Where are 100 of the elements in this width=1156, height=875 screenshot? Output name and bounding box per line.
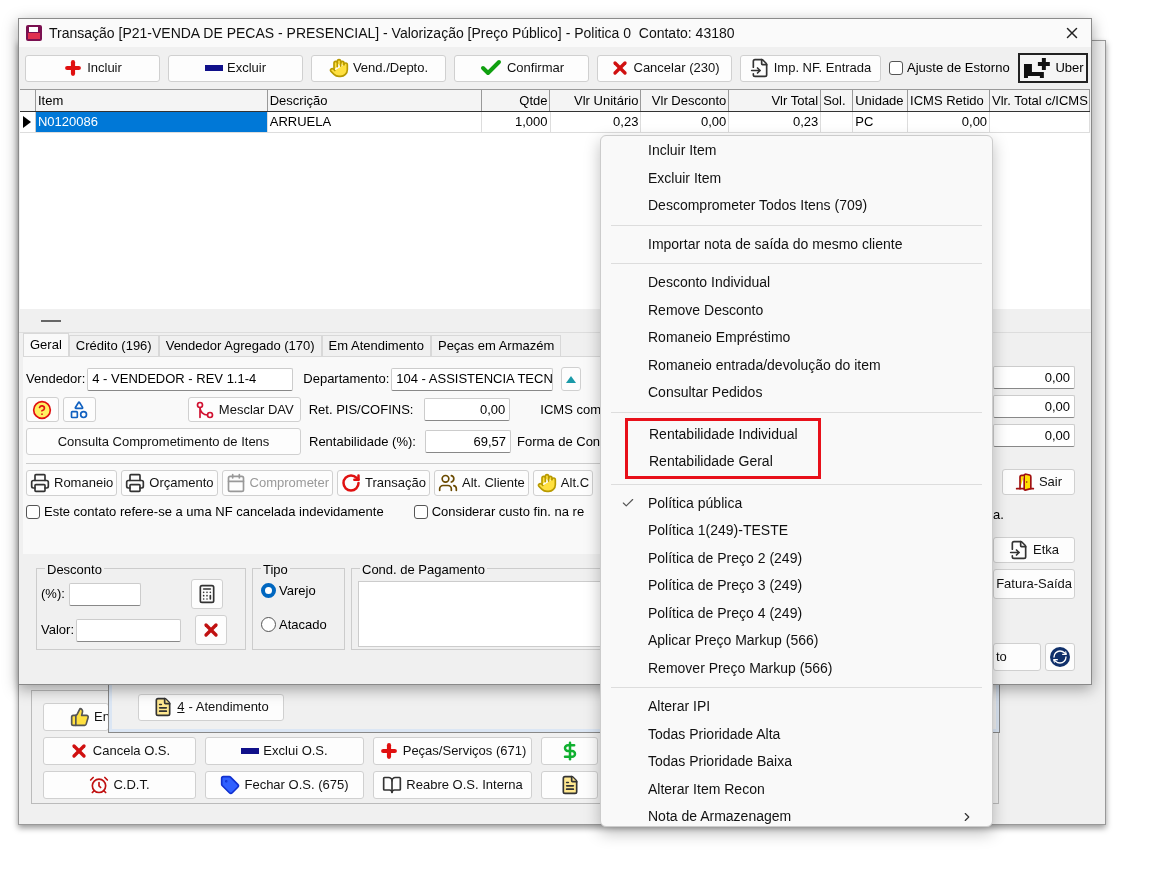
- merge-icon: [194, 399, 215, 420]
- action-button[interactable]: Transação: [337, 470, 430, 496]
- table-cell-text: 0,00: [700, 113, 728, 132]
- toolbar-button[interactable]: Cancelar (230): [597, 54, 732, 82]
- menu-item[interactable]: Rentabilidade Individual: [628, 420, 818, 448]
- percent-field[interactable]: [68, 582, 141, 606]
- seller-field[interactable]: 4 - VENDEDOR - REV 1.1-4: [87, 367, 294, 391]
- value-field[interactable]: [76, 618, 181, 642]
- column-header[interactable]: Item: [36, 90, 268, 111]
- toolbar-button[interactable]: Excluir: [168, 54, 303, 82]
- radio-button[interactable]: [261, 583, 276, 599]
- field-label: (%):: [41, 585, 65, 604]
- action-button[interactable]: Alt. Cliente: [434, 470, 529, 496]
- menu-item[interactable]: Romaneio Empréstimo: [601, 324, 992, 352]
- hand-icon: [536, 473, 557, 493]
- checkbox[interactable]: [26, 504, 40, 519]
- partial-button[interactable]: to: [993, 642, 1041, 671]
- tab[interactable]: Vendedor Agregado (170): [158, 335, 322, 356]
- order-button[interactable]: Reabre O.S. Interna: [373, 771, 532, 799]
- grip-icon[interactable]: [41, 319, 61, 322]
- menu-item[interactable]: Desconto Individual: [601, 269, 992, 297]
- toolbar-button[interactable]: Vend./Depto.: [311, 54, 446, 82]
- field-label: Valor:: [41, 621, 74, 640]
- menu-item[interactable]: Incluir Item: [601, 137, 992, 165]
- commitment-button[interactable]: Consulta Comprometimento de Itens: [26, 428, 301, 455]
- help-button[interactable]: [26, 397, 59, 422]
- calculator-button[interactable]: [190, 579, 223, 609]
- toolbar-button[interactable]: Confirmar: [454, 54, 589, 82]
- toolbar-button[interactable]: Imp. NF. Entrada: [740, 54, 881, 82]
- menu-item[interactable]: Política pública: [601, 489, 992, 517]
- radio-label: Atacado: [279, 615, 327, 634]
- department-field[interactable]: 104 - ASSISTENCIA TECN: [391, 367, 554, 391]
- order-button[interactable]: Peças/Serviços (671): [373, 737, 532, 765]
- column-header[interactable]: Descrição: [267, 90, 482, 111]
- table-cell-text: 0,23: [791, 113, 820, 132]
- action-button[interactable]: Romaneio: [26, 470, 118, 496]
- menu-item[interactable]: Todas Prioridade Baixa: [601, 748, 992, 776]
- clear-button[interactable]: [195, 615, 227, 645]
- menu-item[interactable]: Nota de Armazenagem: [601, 803, 992, 831]
- amount-field[interactable]: 0,00: [993, 424, 1075, 447]
- printer-icon: [125, 473, 146, 493]
- shapes-button[interactable]: [62, 397, 96, 422]
- order-button[interactable]: Cancela O.S.: [43, 737, 196, 765]
- menu-item[interactable]: Política de Preço 4 (249): [601, 599, 992, 627]
- menu-item[interactable]: Remover Preço Markup (566): [601, 654, 992, 682]
- menu-item[interactable]: Alterar IPI: [601, 693, 992, 721]
- profitability-field[interactable]: 69,57: [425, 430, 511, 453]
- order-button[interactable]: C.D.T.: [43, 771, 196, 799]
- merge-button[interactable]: Mesclar DAV: [187, 397, 301, 422]
- shapes-icon: [69, 399, 90, 420]
- menu-item[interactable]: Política de Preço 2 (249): [601, 544, 992, 572]
- tab[interactable]: Em Atendimento: [321, 335, 431, 356]
- scroll-up-button[interactable]: [561, 367, 582, 391]
- menu-item[interactable]: Importar nota de saída do mesmo cliente: [601, 230, 992, 258]
- field-label: ICMS com: [540, 400, 601, 419]
- tab[interactable]: Crédito (196): [68, 335, 159, 356]
- column-header[interactable]: Sol.: [821, 90, 854, 111]
- order-button[interactable]: Fechar O.S. (675): [205, 771, 364, 799]
- order-button[interactable]: Exclui O.S.: [205, 737, 364, 765]
- bracket-plus-icon: [1021, 56, 1052, 80]
- service-button[interactable]: 4 - Atendimento: [138, 693, 284, 721]
- radio-button[interactable]: [261, 616, 276, 632]
- field-label: Rentabilidade (%):: [309, 432, 417, 451]
- checkbox[interactable]: [413, 504, 428, 519]
- amount-field[interactable]: 0,00: [993, 366, 1075, 389]
- column-header[interactable]: ICMS Retido: [908, 90, 990, 111]
- refresh-button[interactable]: [1045, 642, 1075, 671]
- menu-item[interactable]: Consultar Pedidos: [601, 379, 992, 407]
- action-button[interactable]: Alt.C: [532, 470, 594, 496]
- toolbar-button[interactable]: Incluir: [25, 54, 160, 82]
- column-header[interactable]: Vlr. Total c/ICMS: [990, 90, 1090, 111]
- tag-icon: [220, 775, 241, 795]
- document-arrow-icon: [1009, 539, 1029, 560]
- invoice-button[interactable]: Fatura-Saída: [993, 568, 1075, 599]
- refresh-icon: [1050, 646, 1070, 667]
- uber-button[interactable]: Uber: [1017, 53, 1088, 83]
- tab[interactable]: Peças em Armazém: [430, 335, 562, 356]
- table-cell-text: 0,00: [960, 113, 989, 132]
- menu-item[interactable]: Política de Preço 3 (249): [601, 572, 992, 600]
- checkbox[interactable]: [889, 61, 903, 75]
- tab[interactable]: Geral: [23, 333, 69, 356]
- menu-item[interactable]: Excluir Item: [601, 164, 992, 192]
- amount-field[interactable]: 0,00: [993, 395, 1075, 418]
- menu-item[interactable]: Alterar Item Recon: [601, 775, 992, 803]
- order-button[interactable]: [541, 771, 598, 799]
- menu-item[interactable]: Aplicar Preço Markup (566): [601, 627, 992, 655]
- pis-cofins-field[interactable]: 0,00: [424, 398, 511, 421]
- menu-item[interactable]: Rentabilidade Geral: [628, 448, 818, 476]
- menu-item[interactable]: Todas Prioridade Alta: [601, 720, 992, 748]
- menu-item[interactable]: Descomprometer Todos Itens (709): [601, 192, 992, 220]
- column-header[interactable]: Unidade: [853, 90, 909, 111]
- app-icon: [25, 24, 43, 42]
- etka-button[interactable]: Etka: [993, 536, 1075, 563]
- menu-item[interactable]: Remove Desconto: [601, 296, 992, 324]
- menu-item[interactable]: Política 1(249)-TESTE: [601, 517, 992, 545]
- checkbox-label: Considerar custo fin. na re: [431, 503, 585, 521]
- exit-button[interactable]: Sair: [1002, 469, 1075, 495]
- document-icon: [153, 697, 174, 717]
- menu-item[interactable]: Romaneio entrada/devolução do item: [601, 351, 992, 379]
- action-button[interactable]: Orçamento: [121, 470, 218, 496]
